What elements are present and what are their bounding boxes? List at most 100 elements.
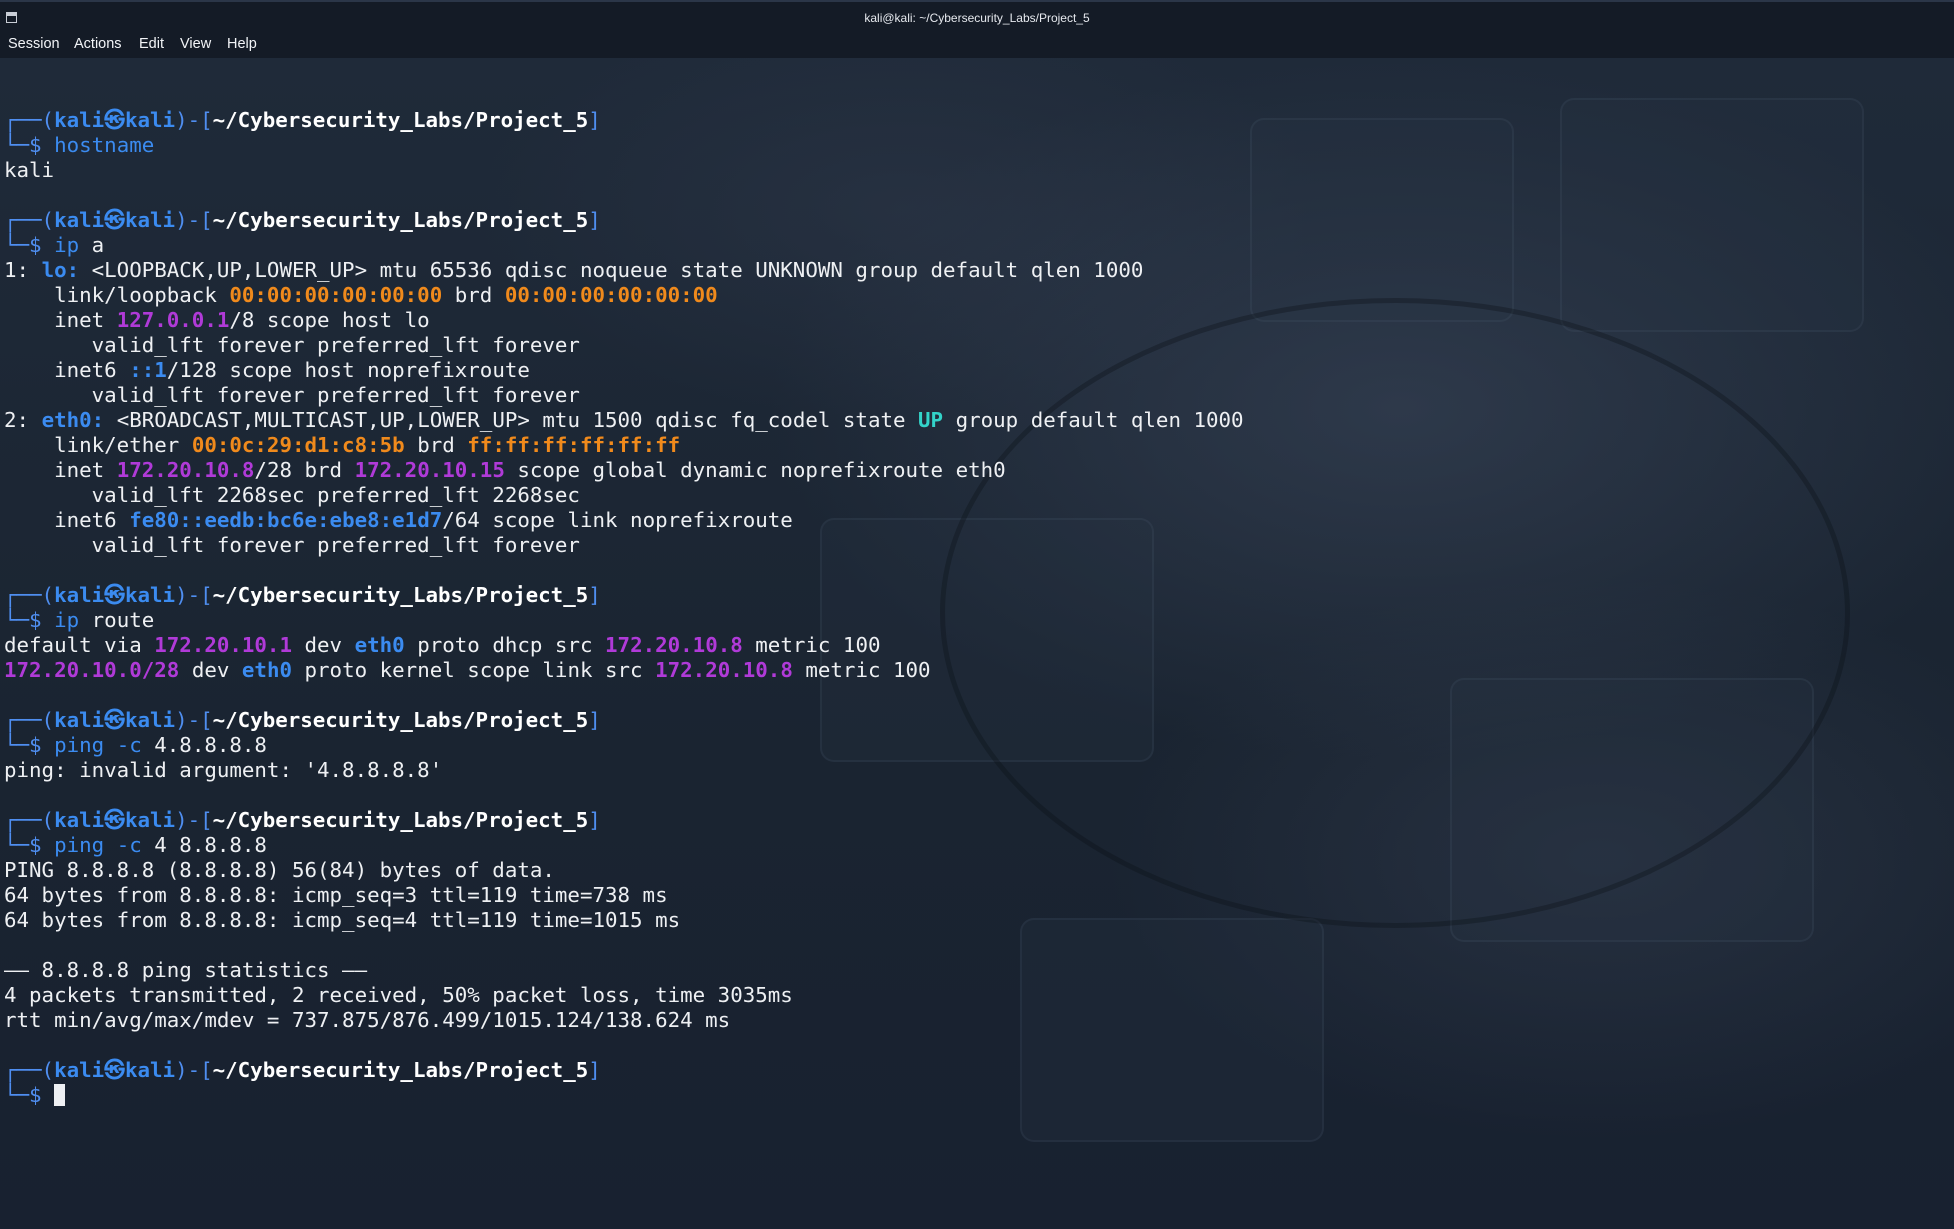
- prompt-user-host: kali㉿kali: [54, 808, 176, 832]
- prompt-frame: ┌──(: [4, 1058, 55, 1082]
- prompt-frame: )-[: [175, 808, 213, 832]
- output-text: 4.8.8.8.8: [141, 733, 267, 757]
- prompt-frame: $: [29, 733, 55, 757]
- command-name: hostname: [54, 133, 155, 157]
- text-cursor: [54, 1084, 66, 1106]
- terminal-line: └─$ hostname: [4, 133, 1244, 158]
- prompt-user-host: kali㉿kali: [54, 208, 176, 232]
- output-text: dev: [179, 658, 242, 682]
- terminal-line: 172.20.10.0/28 dev eth0 proto kernel sco…: [4, 658, 1244, 683]
- prompt-user-host: kali㉿kali: [54, 108, 176, 132]
- mac-address: 00:00:00:00:00:00: [504, 283, 718, 307]
- prompt-frame: └─: [4, 608, 30, 632]
- prompt-frame: ]: [588, 1058, 601, 1082]
- prompt-frame: └─: [4, 1083, 30, 1107]
- ip-address: 172.20.10.1: [154, 633, 292, 657]
- wallpaper-key: [1560, 98, 1864, 332]
- terminal-line: inet 127.0.0.1/8 scope host lo: [4, 308, 1244, 333]
- prompt-path: ~/Cybersecurity_Labs/Project_5: [212, 1058, 589, 1082]
- terminal-line: link/ether 00:0c:29:d1:c8:5b brd ff:ff:f…: [4, 433, 1244, 458]
- terminal-line: inet 172.20.10.8/28 brd 172.20.10.15 sco…: [4, 458, 1244, 483]
- prompt-frame: $: [29, 133, 55, 157]
- terminal-line: inet6 fe80::eedb:bc6e:ebe8:e1d7/64 scope…: [4, 508, 1244, 533]
- terminal-line: ┌──(kali㉿kali)-[~/Cybersecurity_Labs/Pro…: [4, 708, 1244, 733]
- ip-address: 172.20.10.15: [354, 458, 505, 482]
- window-title: kali@kali: ~/Cybersecurity_Labs/Project_…: [864, 11, 1090, 25]
- terminal-line: ┌──(kali㉿kali)-[~/Cybersecurity_Labs/Pro…: [4, 808, 1244, 833]
- output-text: /28 brd: [254, 458, 355, 482]
- prompt-frame: $: [29, 1083, 55, 1107]
- interface-name: lo:: [41, 258, 80, 282]
- terminal-line: └─$ ip route: [4, 608, 1244, 633]
- mac-address: ff:ff:ff:ff:ff:ff: [467, 433, 681, 457]
- prompt-frame: ┌──(: [4, 108, 55, 132]
- terminal-line: 64 bytes from 8.8.8.8: icmp_seq=4 ttl=11…: [4, 908, 1244, 933]
- output-text: /64 scope link noprefixroute: [442, 508, 793, 532]
- terminal-area[interactable]: ┌──(kali㉿kali)-[~/Cybersecurity_Labs/Pro…: [0, 58, 1954, 1229]
- terminal-line: valid_lft forever preferred_lft forever: [4, 533, 1244, 558]
- prompt-frame: ┌──(: [4, 808, 55, 832]
- menu-actions[interactable]: Actions: [74, 34, 122, 54]
- output-text: 4 8.8.8.8: [141, 833, 267, 857]
- output-text: proto kernel scope link src: [292, 658, 656, 682]
- terminal-line: valid_lft 2268sec preferred_lft 2268sec: [4, 483, 1244, 508]
- prompt-path: ~/Cybersecurity_Labs/Project_5: [212, 208, 589, 232]
- mac-address: 00:0c:29:d1:c8:5b: [191, 433, 405, 457]
- command-flag: -c: [104, 833, 142, 857]
- terminal-line: ┌──(kali㉿kali)-[~/Cybersecurity_Labs/Pro…: [4, 108, 1244, 133]
- interface-name: eth0: [241, 658, 292, 682]
- menu-help[interactable]: Help: [227, 34, 257, 54]
- menu-view[interactable]: View: [180, 34, 211, 54]
- prompt-frame: ]: [588, 583, 601, 607]
- output-text: /128 scope host noprefixroute: [166, 358, 530, 382]
- interface-name: eth0:: [41, 408, 105, 432]
- terminal-line: └─$: [4, 1083, 1244, 1108]
- output-text: brd: [442, 283, 505, 307]
- ip-address: 172.20.10.8: [116, 458, 255, 482]
- prompt-path: ~/Cybersecurity_Labs/Project_5: [212, 583, 589, 607]
- prompt-frame: )-[: [175, 708, 213, 732]
- command-flag: -c: [104, 733, 142, 757]
- prompt-frame: $: [29, 608, 55, 632]
- prompt-frame: └─: [4, 233, 30, 257]
- output-text: metric 100: [742, 633, 881, 657]
- terminal-line: —— 8.8.8.8 ping statistics ——: [4, 958, 1244, 983]
- terminal-line: ┌──(kali㉿kali)-[~/Cybersecurity_Labs/Pro…: [4, 208, 1244, 233]
- ip-address: 127.0.0.1: [116, 308, 230, 332]
- output-text: inet: [4, 308, 117, 332]
- wallpaper-key: [1250, 118, 1514, 322]
- terminal-output: ┌──(kali㉿kali)-[~/Cybersecurity_Labs/Pro…: [4, 83, 1244, 1108]
- output-text: 4 packets transmitted, 2 received, 50% p…: [4, 983, 793, 1007]
- prompt-frame: $: [29, 233, 55, 257]
- prompt-frame: ┌──(: [4, 583, 55, 607]
- output-text: 1:: [4, 258, 42, 282]
- prompt-frame: ]: [588, 808, 601, 832]
- prompt-user-host: kali㉿kali: [54, 583, 176, 607]
- terminal-line: └─$ ping -c 4.8.8.8.8: [4, 733, 1244, 758]
- output-text: <BROADCAST,MULTICAST,UP,LOWER_UP> mtu 15…: [104, 408, 919, 432]
- menu-edit[interactable]: Edit: [139, 34, 164, 54]
- output-text: link/ether: [4, 433, 192, 457]
- prompt-frame: ┌──(: [4, 208, 55, 232]
- output-text: valid_lft forever preferred_lft forever: [4, 383, 580, 407]
- terminal-line: link/loopback 00:00:00:00:00:00 brd 00:0…: [4, 283, 1244, 308]
- prompt-frame: └─: [4, 733, 30, 757]
- terminal-line: ping: invalid argument: '4.8.8.8.8': [4, 758, 1244, 783]
- terminal-line: kali: [4, 158, 1244, 183]
- menu-session[interactable]: Session: [8, 34, 60, 54]
- ipv6-address: ::1: [129, 358, 167, 382]
- prompt-frame: $: [29, 833, 55, 857]
- prompt-frame: )-[: [175, 108, 213, 132]
- prompt-path: ~/Cybersecurity_Labs/Project_5: [212, 108, 589, 132]
- terminal-line: 2: eth0: <BROADCAST,MULTICAST,UP,LOWER_U…: [4, 408, 1244, 433]
- output-text: brd: [404, 433, 468, 457]
- output-text: default via: [4, 633, 155, 657]
- terminal-line: └─$ ip a: [4, 233, 1244, 258]
- output-text: link/loopback: [4, 283, 230, 307]
- prompt-frame: └─: [4, 133, 30, 157]
